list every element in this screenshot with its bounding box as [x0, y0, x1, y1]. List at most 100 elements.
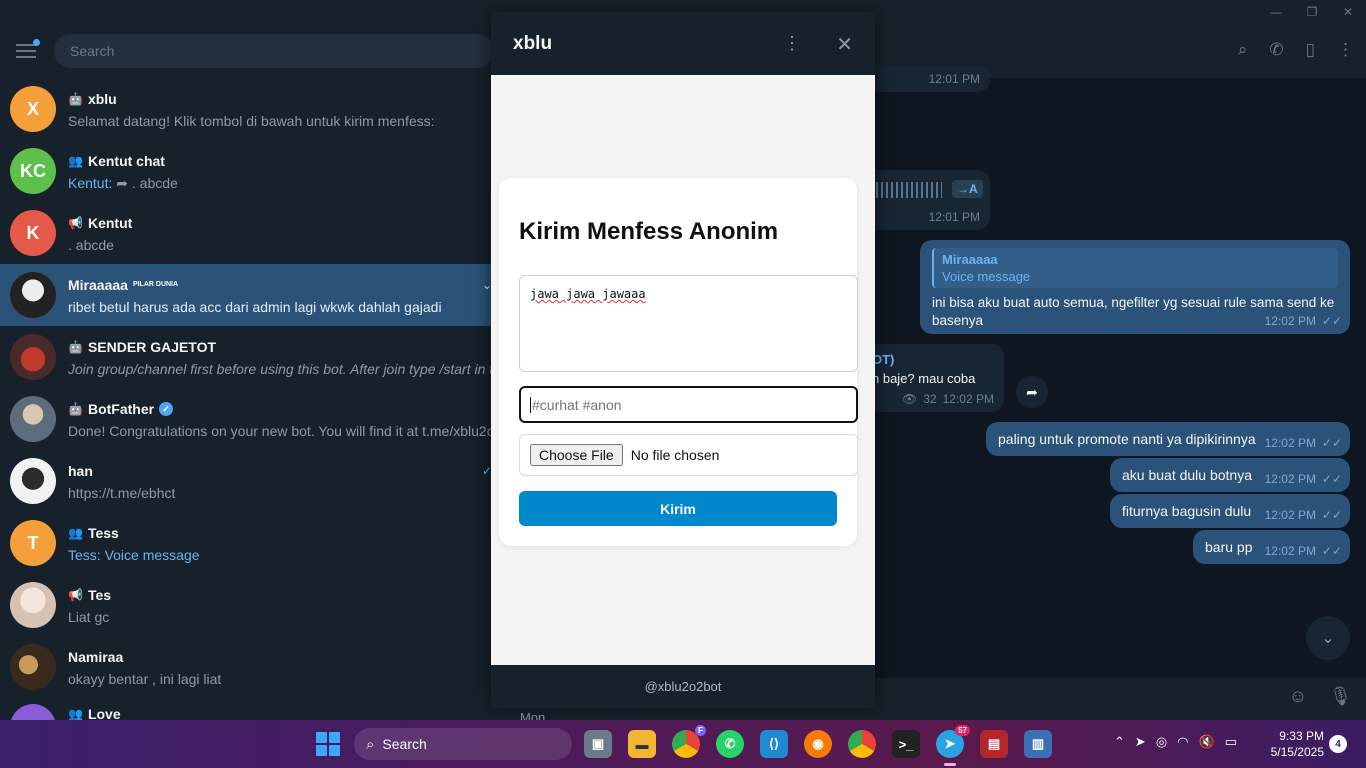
chat-item-miraaaaa[interactable]: Miraaaaa PILAR DUNIA ribet betul harus ad…	[0, 264, 500, 326]
hashtag-input[interactable]: #curhat #anon	[519, 386, 858, 423]
terminal-icon[interactable]: >_	[892, 730, 920, 758]
headset-icon[interactable]: ◎	[1156, 734, 1167, 750]
avatar	[10, 272, 56, 318]
message-bubble: baru pp 12:02 PM ✓✓	[1193, 530, 1350, 564]
message-time: 12:02 PM	[1264, 544, 1316, 558]
taskbar-search[interactable]: ⌕ Search	[354, 728, 572, 760]
channel-icon: 📢	[68, 588, 83, 602]
message-bubble: paling untuk promote nanti ya dipikirinn…	[986, 422, 1350, 456]
chat-item-love[interactable]: 👥 Love	[0, 698, 500, 720]
chat-preview: Selamat datang! Klik tombol di bawah unt…	[68, 113, 435, 129]
vscode-icon[interactable]: ⟨⟩	[760, 730, 788, 758]
send-button[interactable]: Kirim	[519, 491, 837, 526]
message-bubble: fiturnya bagusin dulu 12:02 PM ✓✓	[1110, 494, 1350, 528]
chat-preview: . abcde	[68, 237, 114, 253]
message-bubble: 12:01 PM	[860, 66, 990, 92]
bot-icon: 🤖	[68, 402, 83, 416]
reply-quote[interactable]: Miraaaaa Voice message	[932, 248, 1338, 288]
group-icon: 👥	[68, 707, 83, 720]
search-icon: ⌕	[366, 735, 375, 753]
chevron-up-icon[interactable]: ⌃	[1114, 734, 1125, 750]
scroll-down-icon[interactable]: ⌄	[1306, 616, 1350, 660]
choose-file-button[interactable]: Choose File	[530, 444, 623, 466]
menfess-form-card: Kirim Menfess Anonim jawa jawa jawaaa #c…	[499, 178, 858, 546]
winrar-icon[interactable]: ▤	[980, 730, 1008, 758]
maximize-icon[interactable]: ❐	[1294, 0, 1330, 24]
chat-preview: Kentut: ➦ . abcde	[68, 175, 500, 192]
hamburger-menu-icon[interactable]	[16, 39, 40, 59]
message-time: 12:01 PM	[928, 72, 980, 86]
clock-time: 9:33 PM	[1279, 729, 1324, 743]
app-window-icon[interactable]: ▥	[1024, 730, 1052, 758]
sidebar-toggle-icon[interactable]: ▯	[1306, 40, 1315, 60]
chat-preview: Done! Congratulations on your new bot. Y…	[68, 423, 500, 439]
chrome-icon[interactable]: F	[672, 725, 706, 758]
message-text: fiturnya bagusin dulu	[1122, 503, 1252, 519]
battery-icon[interactable]: ▭	[1225, 734, 1237, 750]
file-explorer-icon[interactable]: ▬	[628, 730, 656, 758]
chat-item-kentut[interactable]: K 📢 Kentut . abcde	[0, 202, 500, 264]
chat-item-namiraa[interactable]: Namiraa okayy bentar , ini lagi liat	[0, 636, 500, 698]
voice-waveform	[876, 182, 942, 198]
search-input[interactable]: Search	[54, 34, 494, 68]
app-icon[interactable]: ◉	[804, 730, 832, 758]
message-time: 12:02 PM	[1264, 314, 1316, 328]
group-icon: 👥	[68, 526, 83, 540]
windows-start-icon[interactable]	[316, 732, 340, 756]
task-view-icon[interactable]: ▣	[584, 730, 612, 758]
minimize-icon[interactable]: —	[1258, 0, 1294, 24]
double-check-icon: ✓✓	[1321, 508, 1342, 522]
search-icon[interactable]: ⌕	[1238, 40, 1248, 60]
chat-name: Love	[87, 706, 121, 720]
phone-icon[interactable]: ✆	[1269, 40, 1283, 60]
file-picker[interactable]: Choose File No file chosen	[519, 434, 858, 476]
avatar: X	[10, 86, 56, 132]
popup-bot-username: @xblu2o2bot	[644, 679, 722, 694]
forward-icon[interactable]: ➦	[1016, 376, 1048, 408]
chat-item-xblu[interactable]: X 🤖 xblu Selamat datang! Klik tombol di b…	[0, 78, 500, 140]
close-window-icon[interactable]: ✕	[1330, 0, 1366, 24]
double-check-icon: ✓✓	[1321, 314, 1342, 328]
message-textarea[interactable]: jawa jawa jawaaa	[519, 275, 858, 372]
preview-text: ➦ . abcde	[112, 174, 178, 191]
volume-muted-icon[interactable]: 🔇	[1199, 734, 1215, 750]
telegram-tray-icon[interactable]: ➤	[1135, 734, 1146, 750]
clock-date: 5/15/2025	[1270, 745, 1324, 759]
avatar	[10, 644, 56, 690]
chat-item-botfather[interactable]: 🤖 BotFather ✓ Done! Congratulations on you…	[0, 388, 500, 450]
notification-count[interactable]: 4	[1329, 735, 1347, 753]
close-icon[interactable]: ✕	[836, 32, 853, 57]
avatar: T	[10, 520, 56, 566]
transcribe-button[interactable]: →A	[952, 180, 983, 198]
chat-item-sender-gajetot[interactable]: 🤖 SENDER GAJETOT Join group/channel first…	[0, 326, 500, 388]
views-icon: 👁	[902, 392, 918, 406]
chat-name: Kentut	[87, 215, 133, 231]
wifi-icon[interactable]: ◠	[1177, 734, 1188, 750]
telegram-icon[interactable]: ➤ 57	[936, 725, 970, 766]
chat-item-tess[interactable]: T 👥 Tess Tess: Voice message	[0, 512, 500, 574]
reply-snippet: Voice message	[942, 269, 1031, 284]
sidebar-header: Search	[0, 24, 500, 78]
whatsapp-icon[interactable]: ✆	[716, 730, 744, 758]
more-vertical-icon[interactable]: ⋮	[1337, 40, 1354, 60]
avatar: KC	[10, 148, 56, 194]
chrome-profile-icon[interactable]	[848, 730, 876, 758]
message-time: 12:02 PM	[1264, 508, 1316, 522]
message-value: jawa jawa jawaaa	[530, 287, 646, 301]
popup-title: xblu	[513, 32, 553, 54]
chat-name: Tess	[87, 525, 119, 541]
chat-item-tes[interactable]: 📢 Tes Liat gc	[0, 574, 500, 636]
taskbar-clock[interactable]: 9:33 PM 5/15/2025	[1268, 728, 1324, 760]
avatar	[10, 704, 56, 720]
microphone-icon[interactable]: 🎙	[1329, 686, 1352, 707]
chat-item-kentut-chat[interactable]: KC 👥 Kentut chat Kentut: ➦ . abcde	[0, 140, 500, 202]
chat-preview: Join group/channel first before using th…	[68, 361, 500, 377]
chat-name: Kentut chat	[87, 152, 165, 169]
chat-preview: ribet betul harus ada acc dari admin lag…	[68, 299, 442, 315]
reply-message-bubble: Miraaaaa Voice message ini bisa aku buat…	[920, 240, 1350, 334]
more-vertical-icon[interactable]: ⋮	[783, 34, 801, 52]
double-check-icon: ✓✓	[1321, 436, 1342, 450]
chat-preview: okayy bentar , ini lagi liat	[68, 671, 222, 687]
emoji-icon[interactable]: ☺	[1289, 686, 1307, 707]
chat-item-han[interactable]: han https://t.me/ebhct ✓	[0, 450, 500, 512]
